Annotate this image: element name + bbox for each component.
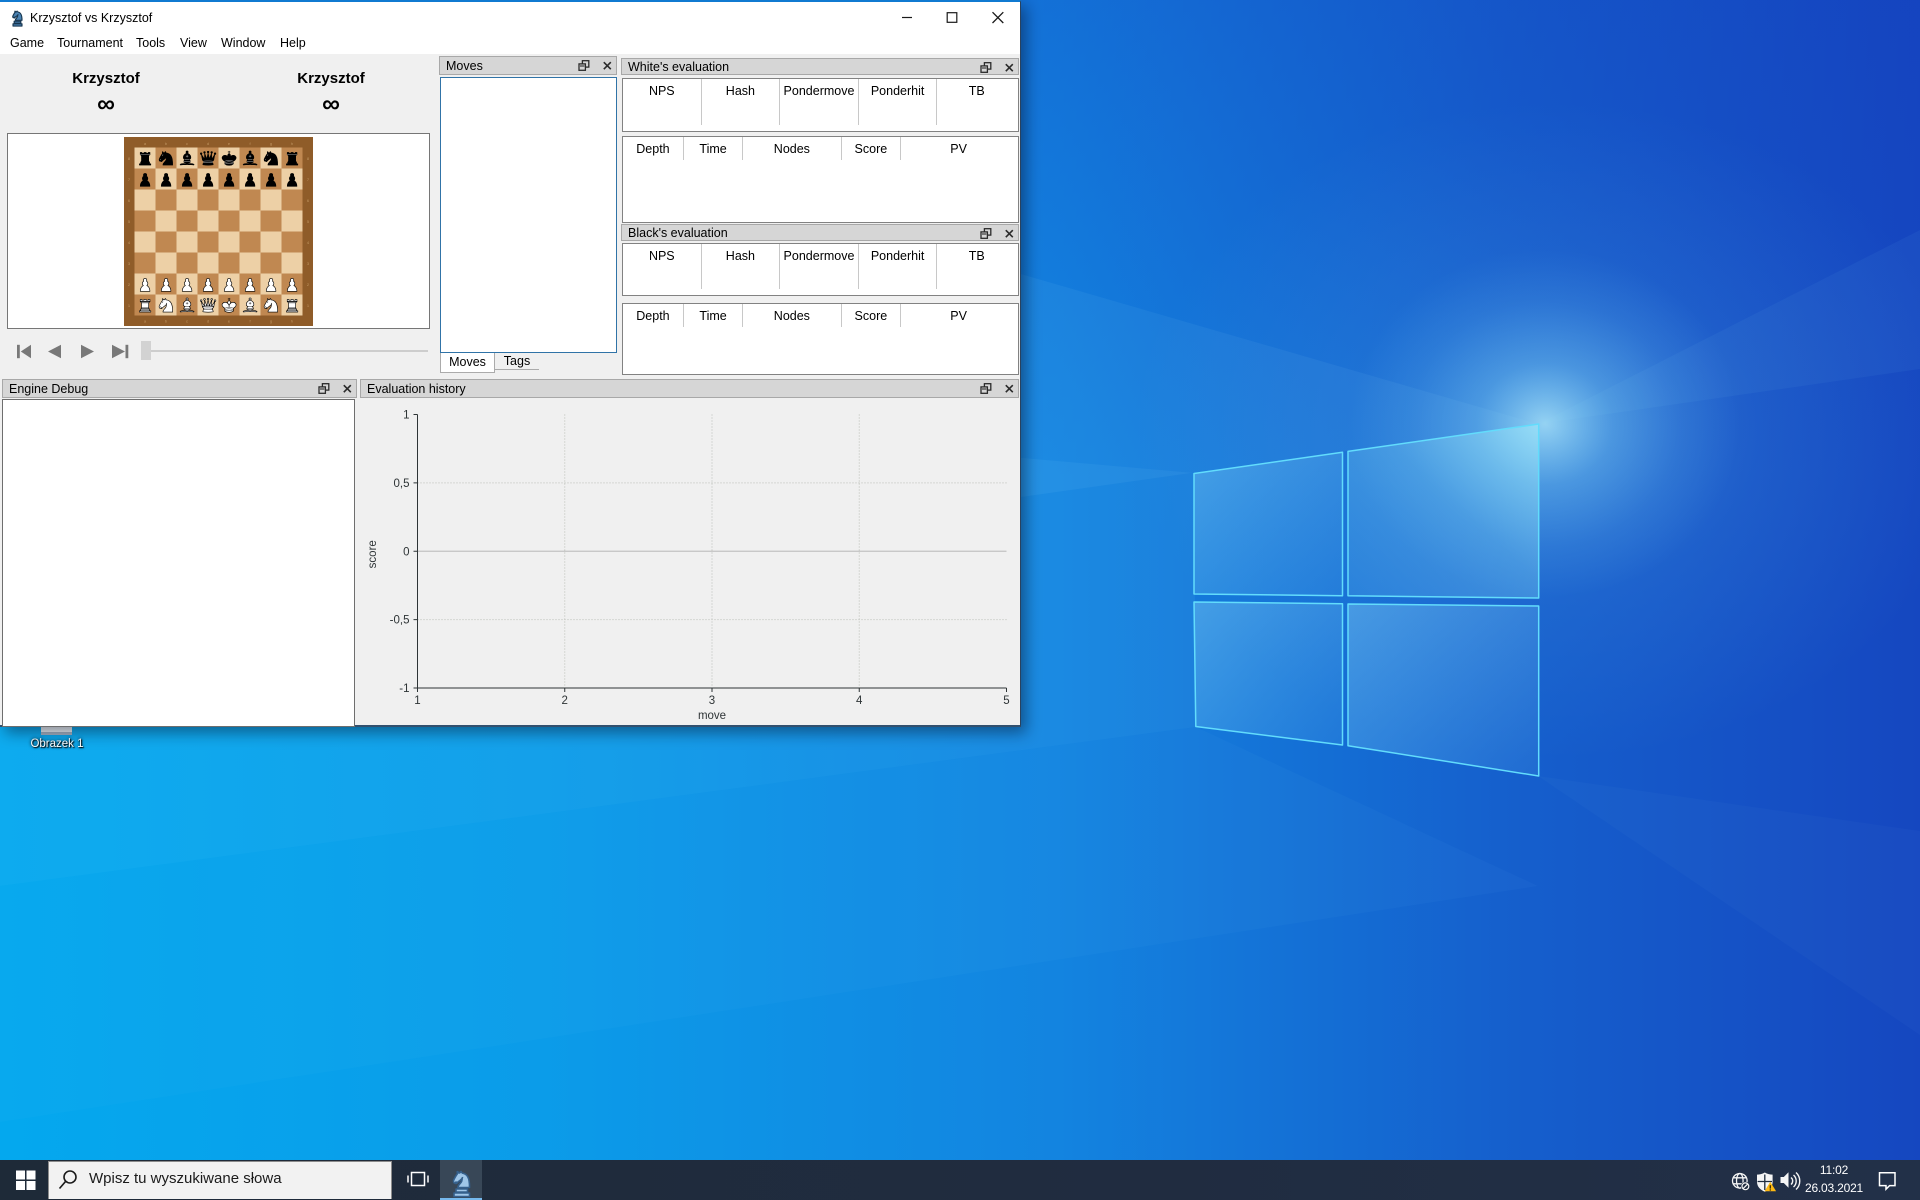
- svg-text:score: score: [367, 540, 379, 568]
- svg-text:d: d: [207, 319, 209, 324]
- svg-text:h: h: [291, 141, 293, 146]
- svg-text:d: d: [207, 141, 209, 146]
- svg-text:c: c: [186, 141, 188, 146]
- svg-text:-1: -1: [399, 683, 409, 695]
- svg-text:0,5: 0,5: [394, 478, 410, 490]
- svg-text:3: 3: [709, 695, 715, 707]
- svg-text:g: g: [270, 319, 272, 324]
- svg-text:4: 4: [856, 695, 863, 707]
- svg-text:c: c: [186, 319, 188, 324]
- svg-text:move: move: [698, 710, 726, 722]
- svg-text:0: 0: [403, 546, 409, 558]
- svg-text:h: h: [291, 319, 293, 324]
- svg-text:g: g: [270, 141, 272, 146]
- svg-text:1: 1: [403, 410, 409, 422]
- svg-text:1: 1: [414, 695, 420, 707]
- svg-text:2: 2: [562, 695, 568, 707]
- svg-text:5: 5: [1003, 695, 1009, 707]
- svg-text:-0,5: -0,5: [390, 615, 410, 627]
